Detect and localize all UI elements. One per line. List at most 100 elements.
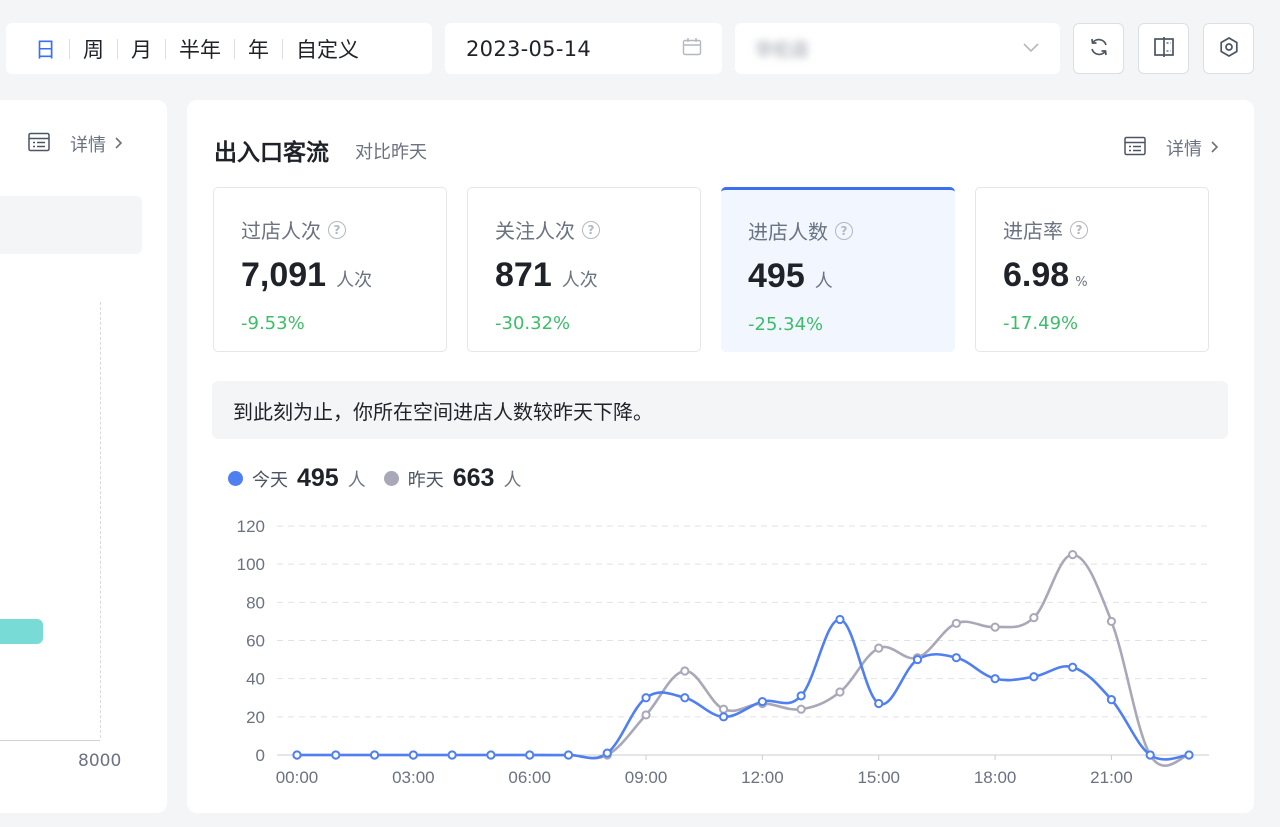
metric-unit: 人次 — [561, 270, 598, 291]
metric-card-attention[interactable]: 关注人次? 871 人次 -30.32% — [467, 187, 701, 352]
data-point-today — [447, 750, 457, 760]
data-point-today — [1029, 672, 1039, 682]
metric-label-wrap: 关注人次? — [495, 215, 600, 244]
y-tick-label: 80 — [246, 593, 265, 612]
legend-value: 663 — [452, 464, 495, 492]
left-detail-link[interactable]: 详情 — [28, 131, 123, 157]
y-tick-label: 100 — [237, 555, 265, 574]
y-tick-label: 60 — [246, 632, 265, 651]
metric-value-wrap: 495 人 — [748, 257, 833, 296]
data-point-yesterday — [951, 618, 961, 628]
data-point-today — [1068, 662, 1078, 672]
data-point-today — [951, 653, 961, 663]
data-point-yesterday — [874, 643, 884, 653]
x-tick-label: 18:00 — [974, 768, 1017, 787]
data-point-today — [486, 750, 496, 760]
data-point-yesterday — [1029, 613, 1039, 623]
metric-delta: -25.34% — [748, 314, 824, 335]
data-point-today — [292, 750, 302, 760]
metric-card-passby[interactable]: 过店人次? 7,091 人次 -9.53% — [213, 187, 447, 352]
chart-legend: 今天 495 人 昨天 663 人 — [228, 464, 539, 493]
data-point-today — [331, 750, 341, 760]
metric-delta: -9.53% — [241, 313, 305, 334]
split-view-button[interactable] — [1138, 23, 1189, 74]
metric-card-entries[interactable]: 进店人数? 495 人 -25.34% — [721, 187, 955, 352]
help-icon[interactable]: ? — [582, 220, 600, 239]
data-point-today — [1184, 750, 1194, 760]
legend-value: 495 — [297, 464, 339, 492]
data-point-today — [719, 712, 729, 722]
date-picker[interactable]: 2023-05-14 — [445, 23, 722, 74]
period-tab[interactable]: 周 — [70, 34, 117, 64]
panel-detail-link[interactable]: 详情 — [1124, 135, 1219, 161]
data-point-yesterday — [1068, 550, 1078, 560]
metric-delta: -30.32% — [495, 313, 571, 334]
data-point-today — [369, 750, 380, 760]
period-tab[interactable]: 自定义 — [283, 34, 372, 64]
help-icon[interactable]: ? — [1070, 220, 1088, 239]
data-point-today — [990, 674, 1000, 684]
metric-label: 关注人次 — [495, 219, 575, 243]
data-point-yesterday — [1106, 616, 1117, 627]
left-axis-tick: 8000 — [78, 751, 122, 771]
metric-card-entry-rate[interactable]: 进店率? 6.98% -17.49% — [975, 187, 1209, 352]
legend-dot — [383, 471, 399, 486]
hourly-flow-chart: 0 20 40 60 80 100 120 00:00 03:00 06:00 09:00 12:00… — [237, 517, 1209, 787]
data-point-today — [680, 693, 690, 703]
data-point-today — [602, 748, 612, 758]
x-tick-label: 09:00 — [625, 768, 668, 787]
metric-label-wrap: 进店人数? — [748, 216, 853, 245]
legend-yesterday[interactable]: 昨天 663 人 — [383, 464, 522, 493]
metric-value: 871 — [495, 256, 552, 294]
legend-dot — [228, 471, 243, 486]
table-icon — [28, 132, 50, 157]
help-icon[interactable]: ? — [328, 220, 346, 239]
data-point-today — [796, 691, 806, 701]
panel-title: 出入口客流 — [214, 140, 329, 166]
metric-label: 进店率 — [1003, 219, 1063, 243]
data-point-today — [912, 654, 923, 665]
data-point-today — [1106, 695, 1117, 705]
y-tick-label: 20 — [246, 708, 265, 727]
legend-unit: 人 — [347, 469, 366, 491]
refresh-button[interactable] — [1073, 23, 1124, 74]
period-tab[interactable]: 半年 — [166, 34, 234, 64]
refresh-icon — [1087, 35, 1111, 63]
period-tab[interactable]: 日 — [22, 34, 69, 64]
x-tick-label: 06:00 — [508, 768, 551, 787]
location-value: 华伦店 — [755, 39, 809, 61]
data-point-today — [1145, 750, 1155, 760]
left-panel: 详情 8000 — [0, 100, 167, 813]
legend-today[interactable]: 今天 495 人 — [228, 464, 366, 493]
legend-unit: 人 — [503, 469, 522, 491]
data-point-today — [874, 698, 884, 709]
metric-value-wrap: 6.98% — [1003, 256, 1088, 295]
period-tab[interactable]: 年 — [235, 34, 282, 64]
help-icon[interactable]: ? — [835, 221, 853, 240]
y-tick-label: 40 — [246, 670, 265, 689]
location-select[interactable]: 华伦店 — [735, 23, 1060, 74]
settings-button[interactable] — [1203, 23, 1254, 74]
metric-value: 7,091 — [241, 256, 327, 294]
chevron-right-icon — [1210, 138, 1219, 159]
data-point-yesterday — [990, 622, 1000, 632]
metric-label-wrap: 过店人次? — [241, 215, 346, 244]
data-point-today — [525, 750, 535, 760]
data-point-today — [757, 696, 767, 707]
metric-label: 进店人数 — [748, 220, 828, 244]
x-tick-label: 15:00 — [857, 768, 900, 787]
metric-delta: -17.49% — [1003, 313, 1079, 334]
left-bar — [0, 619, 43, 644]
table-icon — [1124, 136, 1146, 161]
period-tab[interactable]: 月 — [118, 34, 165, 64]
x-tick-label: 21:00 — [1090, 768, 1133, 787]
chevron-right-icon — [114, 134, 123, 155]
y-tick-label: 120 — [237, 517, 265, 536]
data-point-today — [835, 614, 845, 625]
settings-icon — [1217, 35, 1241, 63]
data-point-today — [641, 693, 651, 703]
panel-subtitle: 对比昨天 — [355, 142, 427, 163]
x-tick-label: 03:00 — [392, 768, 435, 787]
data-point-yesterday — [641, 710, 651, 720]
metric-value-wrap: 7,091 人次 — [241, 256, 372, 295]
